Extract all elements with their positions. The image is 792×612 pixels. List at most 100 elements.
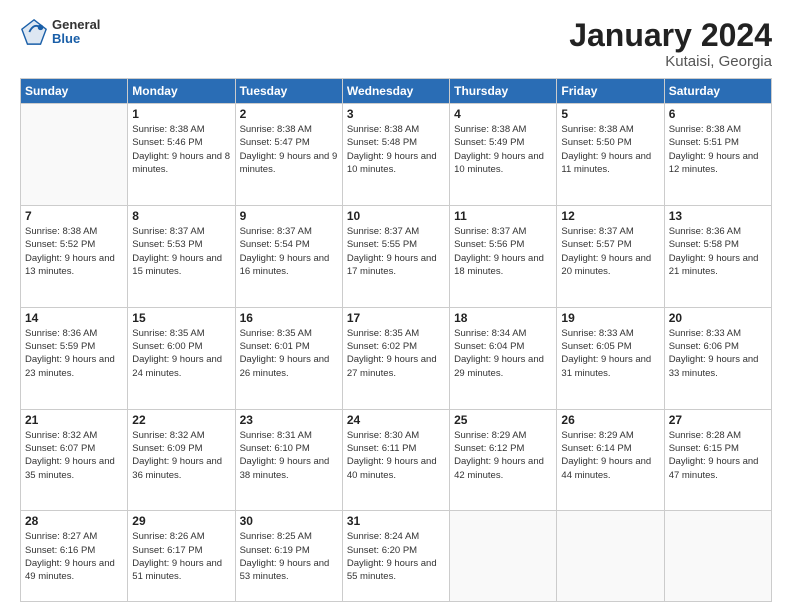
calendar-day-cell: 30 Sunrise: 8:25 AMSunset: 6:19 PMDayligh… bbox=[235, 511, 342, 602]
day-detail: Sunrise: 8:38 AMSunset: 5:51 PMDaylight:… bbox=[669, 123, 767, 176]
logo-text: General Blue bbox=[52, 18, 100, 47]
calendar-day-cell: 28 Sunrise: 8:27 AMSunset: 6:16 PMDayligh… bbox=[21, 511, 128, 602]
calendar-day-cell: 13Sunrise: 8:36 AMSunset: 5:58 PMDayligh… bbox=[664, 206, 771, 308]
day-number: 8 bbox=[132, 209, 230, 223]
day-number: 19 bbox=[561, 311, 659, 325]
day-number: 3 bbox=[347, 107, 445, 121]
title-location: Kutaisi, Georgia bbox=[569, 53, 772, 70]
logo-icon bbox=[20, 18, 48, 46]
calendar-day-cell: 31Sunrise: 8:24 AMSunset: 6:20 PMDayligh… bbox=[342, 511, 449, 602]
day-detail: Sunrise: 8:31 AMSunset: 6:10 PMDaylight:… bbox=[240, 429, 338, 482]
calendar-day-cell bbox=[557, 511, 664, 602]
calendar-day-cell: 23 Sunrise: 8:31 AMSunset: 6:10 PMDayligh… bbox=[235, 409, 342, 511]
calendar-day-cell: 21Sunrise: 8:32 AMSunset: 6:07 PMDayligh… bbox=[21, 409, 128, 511]
calendar-week-row: 7 Sunrise: 8:38 AMSunset: 5:52 PMDaylight… bbox=[21, 206, 772, 308]
day-number: 13 bbox=[669, 209, 767, 223]
calendar-day-cell bbox=[664, 511, 771, 602]
calendar-week-row: 14 Sunrise: 8:36 AMSunset: 5:59 PMDayligh… bbox=[21, 307, 772, 409]
day-number: 28 bbox=[25, 514, 123, 528]
calendar-table: SundayMondayTuesdayWednesdayThursdayFrid… bbox=[20, 78, 772, 602]
day-number: 6 bbox=[669, 107, 767, 121]
calendar-day-cell: 12Sunrise: 8:37 AMSunset: 5:57 PMDayligh… bbox=[557, 206, 664, 308]
calendar-day-cell: 16 Sunrise: 8:35 AMSunset: 6:01 PMDayligh… bbox=[235, 307, 342, 409]
calendar-day-cell bbox=[450, 511, 557, 602]
day-detail: Sunrise: 8:33 AMSunset: 6:06 PMDaylight:… bbox=[669, 327, 767, 380]
day-number: 30 bbox=[240, 514, 338, 528]
calendar-day-cell: 1Sunrise: 8:38 AMSunset: 5:46 PMDaylight… bbox=[128, 104, 235, 206]
calendar-day-cell: 20 Sunrise: 8:33 AMSunset: 6:06 PMDayligh… bbox=[664, 307, 771, 409]
day-number: 10 bbox=[347, 209, 445, 223]
calendar-day-cell: 9Sunrise: 8:37 AMSunset: 5:54 PMDaylight… bbox=[235, 206, 342, 308]
page: General Blue January 2024 Kutaisi, Georg… bbox=[0, 0, 792, 612]
day-number: 7 bbox=[25, 209, 123, 223]
day-detail: Sunrise: 8:38 AMSunset: 5:52 PMDaylight:… bbox=[25, 225, 123, 278]
day-number: 23 bbox=[240, 413, 338, 427]
day-detail: Sunrise: 8:33 AMSunset: 6:05 PMDaylight:… bbox=[561, 327, 659, 380]
calendar-day-cell: 25Sunrise: 8:29 AMSunset: 6:12 PMDayligh… bbox=[450, 409, 557, 511]
calendar-day-cell: 4 Sunrise: 8:38 AMSunset: 5:49 PMDaylight… bbox=[450, 104, 557, 206]
day-number: 4 bbox=[454, 107, 552, 121]
calendar-day-cell: 11Sunrise: 8:37 AMSunset: 5:56 PMDayligh… bbox=[450, 206, 557, 308]
calendar-day-cell: 8 Sunrise: 8:37 AMSunset: 5:53 PMDaylight… bbox=[128, 206, 235, 308]
day-detail: Sunrise: 8:37 AMSunset: 5:57 PMDaylight:… bbox=[561, 225, 659, 278]
day-number: 18 bbox=[454, 311, 552, 325]
day-detail: Sunrise: 8:25 AMSunset: 6:19 PMDaylight:… bbox=[240, 530, 338, 583]
calendar-day-cell: 22Sunrise: 8:32 AMSunset: 6:09 PMDayligh… bbox=[128, 409, 235, 511]
logo-general: General bbox=[52, 18, 100, 32]
day-detail: Sunrise: 8:35 AMSunset: 6:01 PMDaylight:… bbox=[240, 327, 338, 380]
weekday-header-sunday: Sunday bbox=[21, 79, 128, 104]
day-number: 31 bbox=[347, 514, 445, 528]
calendar-day-cell: 27Sunrise: 8:28 AMSunset: 6:15 PMDayligh… bbox=[664, 409, 771, 511]
day-number: 14 bbox=[25, 311, 123, 325]
calendar-day-cell: 15 Sunrise: 8:35 AMSunset: 6:00 PMDayligh… bbox=[128, 307, 235, 409]
day-number: 16 bbox=[240, 311, 338, 325]
calendar-day-cell: 7 Sunrise: 8:38 AMSunset: 5:52 PMDaylight… bbox=[21, 206, 128, 308]
calendar-day-cell: 26 Sunrise: 8:29 AMSunset: 6:14 PMDayligh… bbox=[557, 409, 664, 511]
day-detail: Sunrise: 8:29 AMSunset: 6:12 PMDaylight:… bbox=[454, 429, 552, 482]
day-detail: Sunrise: 8:27 AMSunset: 6:16 PMDaylight:… bbox=[25, 530, 123, 583]
day-detail: Sunrise: 8:36 AMSunset: 5:59 PMDaylight:… bbox=[25, 327, 123, 380]
calendar-day-cell: 18 Sunrise: 8:34 AMSunset: 6:04 PMDayligh… bbox=[450, 307, 557, 409]
calendar-day-cell bbox=[21, 104, 128, 206]
day-number: 26 bbox=[561, 413, 659, 427]
day-number: 27 bbox=[669, 413, 767, 427]
day-number: 20 bbox=[669, 311, 767, 325]
day-detail: Sunrise: 8:37 AMSunset: 5:53 PMDaylight:… bbox=[132, 225, 230, 278]
weekday-header-wednesday: Wednesday bbox=[342, 79, 449, 104]
weekday-header-monday: Monday bbox=[128, 79, 235, 104]
weekday-header-saturday: Saturday bbox=[664, 79, 771, 104]
day-number: 21 bbox=[25, 413, 123, 427]
day-number: 22 bbox=[132, 413, 230, 427]
day-number: 9 bbox=[240, 209, 338, 223]
day-number: 2 bbox=[240, 107, 338, 121]
day-detail: Sunrise: 8:38 AMSunset: 5:48 PMDaylight:… bbox=[347, 123, 445, 176]
calendar-day-cell: 17Sunrise: 8:35 AMSunset: 6:02 PMDayligh… bbox=[342, 307, 449, 409]
day-detail: Sunrise: 8:38 AMSunset: 5:49 PMDaylight:… bbox=[454, 123, 552, 176]
calendar-week-row: 1Sunrise: 8:38 AMSunset: 5:46 PMDaylight… bbox=[21, 104, 772, 206]
day-detail: Sunrise: 8:38 AMSunset: 5:50 PMDaylight:… bbox=[561, 123, 659, 176]
day-detail: Sunrise: 8:26 AMSunset: 6:17 PMDaylight:… bbox=[132, 530, 230, 583]
day-detail: Sunrise: 8:37 AMSunset: 5:55 PMDaylight:… bbox=[347, 225, 445, 278]
day-detail: Sunrise: 8:38 AMSunset: 5:46 PMDaylight:… bbox=[132, 123, 230, 176]
weekday-header-row: SundayMondayTuesdayWednesdayThursdayFrid… bbox=[21, 79, 772, 104]
calendar-day-cell: 14 Sunrise: 8:36 AMSunset: 5:59 PMDayligh… bbox=[21, 307, 128, 409]
day-number: 24 bbox=[347, 413, 445, 427]
calendar-day-cell: 29 Sunrise: 8:26 AMSunset: 6:17 PMDayligh… bbox=[128, 511, 235, 602]
day-detail: Sunrise: 8:30 AMSunset: 6:11 PMDaylight:… bbox=[347, 429, 445, 482]
calendar-week-row: 28 Sunrise: 8:27 AMSunset: 6:16 PMDayligh… bbox=[21, 511, 772, 602]
logo: General Blue bbox=[20, 18, 100, 47]
weekday-header-tuesday: Tuesday bbox=[235, 79, 342, 104]
day-number: 5 bbox=[561, 107, 659, 121]
calendar-day-cell: 24 Sunrise: 8:30 AMSunset: 6:11 PMDayligh… bbox=[342, 409, 449, 511]
day-number: 29 bbox=[132, 514, 230, 528]
day-detail: Sunrise: 8:34 AMSunset: 6:04 PMDaylight:… bbox=[454, 327, 552, 380]
calendar-week-row: 21Sunrise: 8:32 AMSunset: 6:07 PMDayligh… bbox=[21, 409, 772, 511]
calendar-day-cell: 10 Sunrise: 8:37 AMSunset: 5:55 PMDayligh… bbox=[342, 206, 449, 308]
day-detail: Sunrise: 8:35 AMSunset: 6:00 PMDaylight:… bbox=[132, 327, 230, 380]
day-detail: Sunrise: 8:29 AMSunset: 6:14 PMDaylight:… bbox=[561, 429, 659, 482]
header: General Blue January 2024 Kutaisi, Georg… bbox=[20, 18, 772, 70]
day-number: 17 bbox=[347, 311, 445, 325]
day-number: 15 bbox=[132, 311, 230, 325]
title-month: January 2024 bbox=[569, 18, 772, 53]
calendar-day-cell: 19 Sunrise: 8:33 AMSunset: 6:05 PMDayligh… bbox=[557, 307, 664, 409]
